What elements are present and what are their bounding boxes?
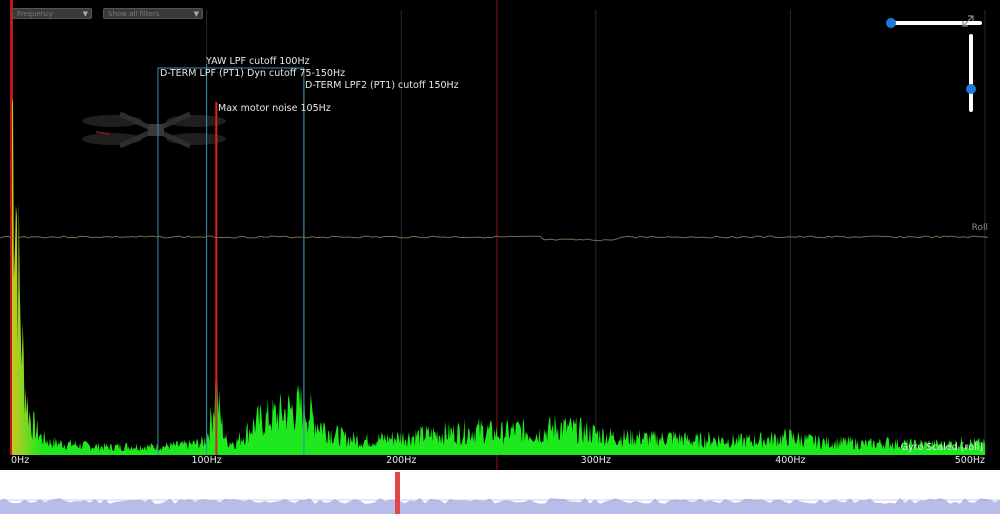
x-tick-label: 500Hz: [955, 455, 985, 466]
filter-marker-label: D-TERM LPF2 (PT1) cutoff 150Hz: [305, 80, 459, 91]
log-overview-bar[interactable]: [0, 472, 1000, 514]
spectrum-plot: YAW LPF cutoff 100Hz D-TERM LPF (PT1) Dyn…: [0, 0, 1000, 470]
filter-display-value: Show all filters: [108, 10, 160, 18]
overview-cursor: [395, 472, 400, 514]
x-tick-label: 200Hz: [386, 455, 416, 466]
chevron-down-icon: ▼: [193, 10, 199, 18]
x-tick-label: 0Hz: [11, 455, 29, 466]
x-tick-label: 100Hz: [191, 455, 221, 466]
x-tick-label: 400Hz: [775, 455, 805, 466]
filter-marker-label: D-TERM LPF (PT1) Dyn cutoff 75-150Hz: [160, 68, 345, 79]
analyser-root: YAW LPF cutoff 100Hz D-TERM LPF (PT1) Dyn…: [0, 0, 1000, 514]
chevron-down-icon: ▼: [82, 10, 88, 18]
zoom-y-handle[interactable]: [966, 84, 976, 94]
filter-display-select[interactable]: Show all filters ▼: [103, 8, 203, 19]
x-tick-layer: 0Hz 100Hz 200Hz 300Hz 400Hz 500Hz: [11, 455, 985, 466]
grid-layer: [10, 0, 986, 470]
zoom-y-track: [969, 34, 973, 112]
spectrum-chart: YAW LPF cutoff 100HzD-TERM LPF (PT1) Dyn…: [0, 0, 989, 470]
series-label: Gyro Scaled [roll]: [901, 442, 983, 453]
expand-icon[interactable]: [962, 15, 974, 27]
x-tick-label: 300Hz: [581, 455, 611, 466]
drone-icon: [82, 111, 226, 149]
zoom-x-slider[interactable]: [884, 18, 990, 28]
spectrum-type-select[interactable]: Frequency ▼: [12, 8, 92, 19]
filter-marker-label: Max motor noise 105Hz: [218, 103, 331, 114]
zoom-y-slider[interactable]: [965, 34, 977, 112]
overview-area: [0, 498, 1000, 514]
roll-axis-label: Roll: [972, 223, 988, 233]
zoom-x-handle[interactable]: [886, 18, 896, 28]
spectrum-type-value: Frequency: [17, 10, 54, 18]
overview-trace: [0, 472, 1000, 514]
roll-trace: [0, 235, 989, 242]
roll-trace-layer: [0, 235, 989, 242]
filter-marker-label: YAW LPF cutoff 100Hz: [205, 56, 310, 67]
